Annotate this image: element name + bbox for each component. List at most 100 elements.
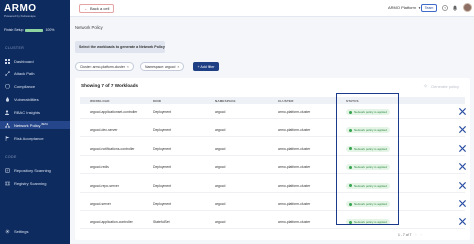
sidebar-item-dashboard[interactable]: Dashboard xyxy=(0,57,70,65)
status-column-highlight xyxy=(336,93,399,225)
flag-icon xyxy=(5,135,10,141)
generate-policy-row-icon[interactable] xyxy=(459,163,466,171)
top-bar: ← Back a cell ARMO Platform ▼ Team ? xyxy=(70,0,474,17)
sidebar-item-label: Compliance xyxy=(14,83,36,89)
table-row[interactable]: argocd-server Deployment argocd armo-pla… xyxy=(80,197,466,211)
platform-selector[interactable]: ARMO Platform ▼ xyxy=(388,5,421,10)
namespace-cell: argocd xyxy=(215,183,226,188)
sidebar-item-label: RBAC Insights xyxy=(14,109,41,115)
avatar[interactable] xyxy=(463,3,472,12)
page-title: Network Policy xyxy=(75,25,103,30)
sidebar: ARMO Powered by Kubescape Finish Setup 1… xyxy=(0,0,70,244)
namespace-filter-chip[interactable]: Namespace: argocd × xyxy=(140,62,185,71)
workloads-table-card: Showing 7 of 7 Workloads ✧ Generate poli… xyxy=(75,78,470,240)
generate-policy-row-icon[interactable] xyxy=(459,144,466,152)
filter-label: Namespace: argocd xyxy=(145,64,176,69)
table-row[interactable]: argocd-repo-server Deployment argocd arm… xyxy=(80,179,466,193)
gear-icon xyxy=(5,229,10,234)
cluster-cell: armo-platform-cluster xyxy=(278,202,311,206)
cluster-cell: armo-platform-cluster xyxy=(278,128,311,133)
sidebar-item-repository-scanning[interactable]: Repository Scanning xyxy=(0,166,70,174)
table-header: WORKLOAD KIND NAMESPACE CLUSTER STATUS xyxy=(80,97,465,104)
generate-policy-row-icon[interactable] xyxy=(459,218,466,226)
arrow-left-icon: ← xyxy=(84,6,88,11)
kind-cell: Deployment xyxy=(153,183,172,188)
kind-cell: Deployment xyxy=(153,202,172,206)
user-key-icon xyxy=(5,109,10,115)
finish-setup[interactable]: Finish Setup 100% xyxy=(4,28,54,32)
finish-setup-label: Finish Setup xyxy=(4,28,24,32)
table-row[interactable]: argocd-applicationset-controller Deploym… xyxy=(80,105,466,119)
sidebar-item-attack-path[interactable]: Attack Path xyxy=(0,69,70,77)
workload-cell: argocd-repo-server xyxy=(90,183,119,188)
workload-cell: argocd-dex-server xyxy=(90,128,118,133)
chevron-right-icon[interactable]: › xyxy=(421,233,422,237)
sidebar-item-label: Settings xyxy=(14,229,29,234)
sidebar-item-network-policy[interactable]: Network Policy BETA xyxy=(0,121,70,129)
add-filter-button[interactable]: + Add filter xyxy=(193,62,219,71)
check-shield-icon xyxy=(5,83,10,89)
cluster-filter-chip[interactable]: Cluster: armo-platform-cluster × xyxy=(75,62,134,71)
cluster-cell: armo-platform-cluster xyxy=(278,220,311,225)
workload-cell: argocd-redis xyxy=(90,165,109,170)
chevron-left-icon[interactable]: ‹ xyxy=(415,233,416,237)
sidebar-item-label: Vulnerabilities xyxy=(14,96,39,102)
sidebar-item-label: Dashboard xyxy=(14,58,34,64)
workload-cell: argocd-notifications-controller xyxy=(90,146,135,151)
cluster-section-label: CLUSTER xyxy=(5,46,25,50)
filter-label: Cluster: armo-platform-cluster xyxy=(80,64,125,69)
bell-icon[interactable] xyxy=(452,5,458,11)
cluster-cell: armo-platform-cluster xyxy=(278,110,311,114)
column-header-kind[interactable]: KIND xyxy=(153,99,161,103)
namespace-cell: argocd xyxy=(215,128,226,133)
sidebar-item-rbac-insights[interactable]: RBAC Insights xyxy=(0,108,70,116)
logo[interactable]: ARMO Powered by Kubescape xyxy=(4,3,37,19)
setup-progress-bar xyxy=(25,28,44,32)
close-icon[interactable]: × xyxy=(127,65,129,69)
sidebar-item-registry-scanning[interactable]: Registry Scanning xyxy=(0,179,70,187)
generate-policy-button[interactable]: ✧ Generate policy xyxy=(423,83,459,90)
namespace-cell: argocd xyxy=(215,220,226,225)
back-button[interactable]: ← Back a cell xyxy=(79,4,115,13)
column-header-workload[interactable]: WORKLOAD xyxy=(90,99,110,103)
namespace-cell: argocd xyxy=(215,165,226,170)
generate-policy-row-icon[interactable] xyxy=(459,181,466,189)
grid-icon xyxy=(5,58,10,64)
path-icon xyxy=(5,70,10,76)
setup-progress-fill xyxy=(25,28,44,32)
table-row[interactable]: argocd-application-controller StatefulSe… xyxy=(80,215,466,230)
sidebar-item-vulnerabilities[interactable]: Vulnerabilities xyxy=(0,95,70,103)
registry-icon xyxy=(5,181,10,186)
kind-cell: Deployment xyxy=(153,110,172,114)
generate-policy-row-icon[interactable] xyxy=(459,200,466,207)
cluster-cell: armo-platform-cluster xyxy=(278,183,311,188)
sidebar-item-compliance[interactable]: Compliance xyxy=(0,82,70,90)
sidebar-item-label: Network Policy xyxy=(14,122,41,128)
sidebar-item-settings[interactable]: Settings xyxy=(5,229,28,234)
logo-subtitle: Powered by Kubescape xyxy=(4,14,36,18)
column-header-namespace[interactable]: NAMESPACE xyxy=(215,99,236,103)
table-row[interactable]: argocd-dex-server Deployment argocd armo… xyxy=(80,123,466,138)
cluster-cell: armo-platform-cluster xyxy=(278,146,311,151)
logo-text: ARMO xyxy=(4,3,37,14)
back-button-label: Back a cell xyxy=(90,6,110,11)
column-header-cluster[interactable]: CLUSTER xyxy=(278,99,294,103)
cluster-cell: armo-platform-cluster xyxy=(278,165,311,170)
sidebar-item-label: Risk Acceptance xyxy=(14,135,44,141)
namespace-cell: argocd xyxy=(215,202,226,206)
sidebar-item-label: Attack Path xyxy=(14,70,35,76)
sidebar-item-label: Registry Scanning xyxy=(14,180,47,186)
code-section-label: CODE xyxy=(5,155,17,159)
help-icon[interactable]: ? xyxy=(442,5,448,11)
table-row[interactable]: argocd-notifications-controller Deployme… xyxy=(80,142,466,156)
kind-cell: Deployment xyxy=(153,165,172,170)
team-button[interactable]: Team xyxy=(421,4,437,12)
generate-policy-row-icon[interactable] xyxy=(459,126,466,134)
generate-policy-label: Generate policy xyxy=(431,84,460,89)
sidebar-item-label: Repository Scanning xyxy=(14,167,51,173)
generate-policy-row-icon[interactable] xyxy=(459,108,466,115)
sidebar-item-risk-acceptance[interactable]: Risk Acceptance xyxy=(0,134,70,142)
bug-icon xyxy=(5,96,10,102)
table-row[interactable]: argocd-redis Deployment argocd armo-plat… xyxy=(80,160,466,175)
close-icon[interactable]: × xyxy=(177,65,179,69)
